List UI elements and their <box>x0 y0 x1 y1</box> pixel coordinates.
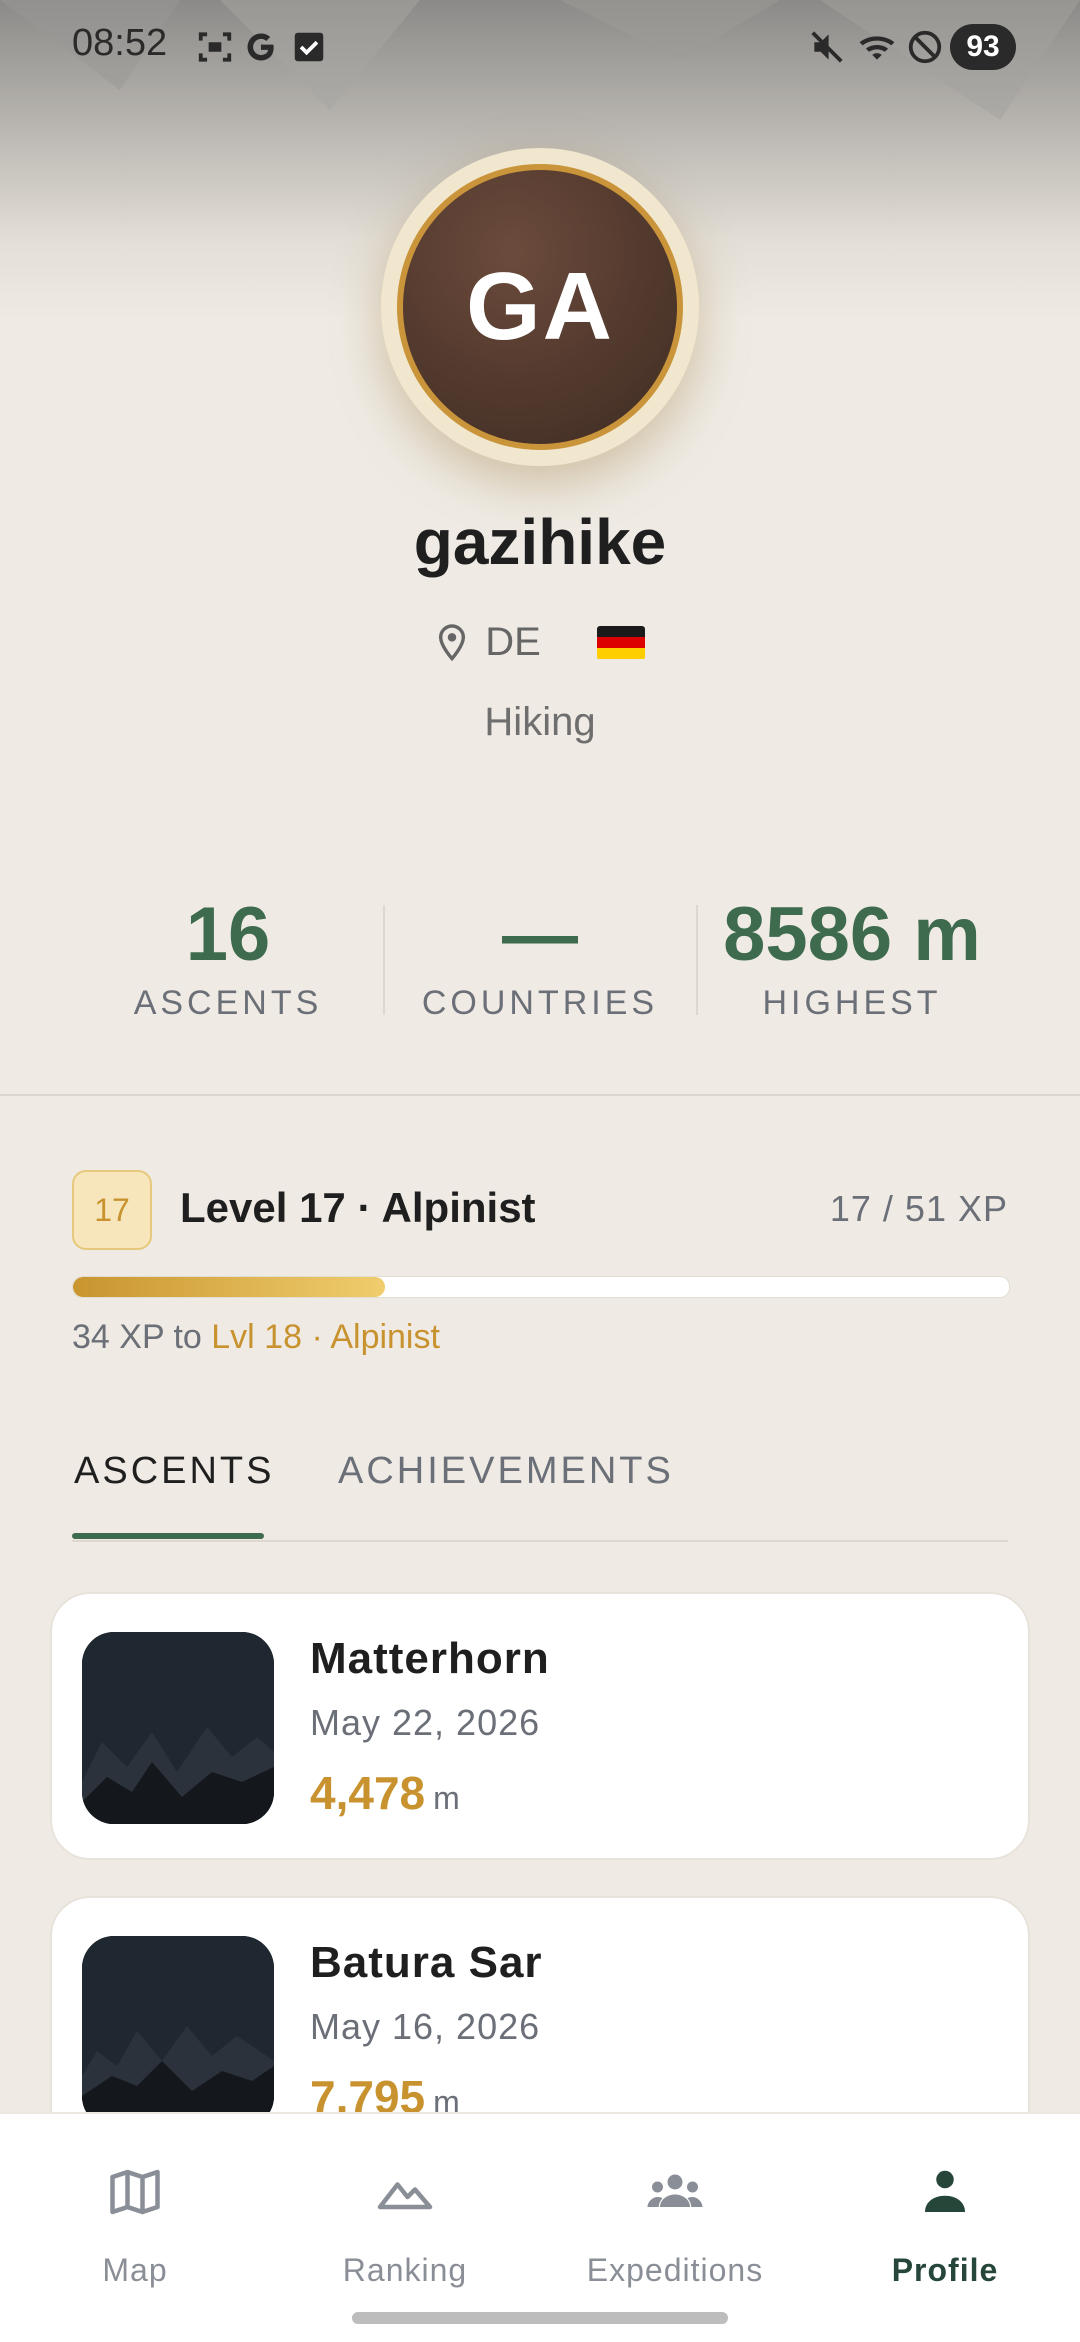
do-not-disturb-icon <box>908 30 942 64</box>
ascent-card[interactable]: Matterhorn May 22, 2026 4,478 m <box>50 1592 1030 1860</box>
stat-label: ASCENTS <box>133 984 323 1022</box>
profile-tabs: ASCENTS ACHIEVEMENTS <box>72 1440 1008 1542</box>
stat-value: — <box>502 892 578 977</box>
checkbox-icon <box>294 32 324 62</box>
ascent-thumbnail <box>82 1936 274 2128</box>
status-bar: 08:52 93 <box>0 0 1080 96</box>
tab-achievements[interactable]: ACHIEVEMENTS <box>338 1450 674 1493</box>
person-icon <box>925 2170 965 2212</box>
nav-label: Profile <box>891 2252 999 2288</box>
nav-label: Expeditions <box>586 2252 764 2288</box>
battery-indicator: 93 <box>950 24 1016 70</box>
group-icon <box>647 2174 703 2207</box>
stat-ascents: 16 ASCENTS <box>78 890 378 1023</box>
stat-divider <box>383 905 385 1015</box>
nav-ranking[interactable]: Ranking <box>270 2114 540 2304</box>
xp-to-next-level: 34 XP to Lvl 18 · Alpinist <box>72 1318 440 1357</box>
mountain-thumbnail-image <box>82 1632 274 1824</box>
stat-label: COUNTRIES <box>421 984 659 1022</box>
nav-label: Map <box>102 2252 168 2288</box>
location-pin-icon <box>439 623 466 661</box>
ascent-name: Matterhorn <box>310 1634 550 1683</box>
stat-divider <box>696 905 698 1015</box>
avatar[interactable]: GA <box>397 164 683 450</box>
stat-value: 8586 m <box>723 892 981 977</box>
germany-flag-icon <box>596 625 645 660</box>
xp-progress-fill <box>73 1277 385 1297</box>
activity-type: Hiking <box>484 700 596 744</box>
tab-ascents[interactable]: ASCENTS <box>74 1450 274 1493</box>
avatar-ring: GA <box>381 148 699 466</box>
level-xp: 17 / 51 XP <box>829 1188 1008 1229</box>
stat-countries: — COUNTRIES <box>390 890 690 1023</box>
level-badge: 17 <box>72 1170 152 1250</box>
stat-label: HIGHEST <box>762 984 942 1022</box>
nav-label: Ranking <box>342 2252 468 2288</box>
username: gazihike <box>413 506 667 578</box>
stat-value: 16 <box>185 892 271 977</box>
nav-profile[interactable]: Profile <box>810 2114 1080 2304</box>
status-time: 08:52 <box>72 22 168 64</box>
section-divider <box>0 1094 1080 1096</box>
map-icon <box>110 2169 160 2215</box>
xp-progress-bar <box>72 1276 1010 1298</box>
screenshot-icon <box>198 32 232 62</box>
mountain-icon <box>377 2182 433 2210</box>
next-level-label: Lvl 18 · Alpinist <box>211 1318 440 1356</box>
bottom-navigation: Map Ranking Expeditions Profile <box>0 2112 1080 2342</box>
ascent-name: Batura Sar <box>310 1938 543 1987</box>
nav-expeditions[interactable]: Expeditions <box>540 2114 810 2304</box>
elevation-value: 4,478 <box>310 1767 426 1819</box>
ascent-date: May 16, 2026 <box>310 2006 541 2047</box>
level-title: Level 17 · Alpinist <box>180 1184 536 1231</box>
nav-map[interactable]: Map <box>0 2114 270 2304</box>
elevation-unit: m <box>433 1780 460 1816</box>
stats-row: 16 ASCENTS — COUNTRIES 8586 m HIGHEST <box>0 890 1080 1050</box>
ascent-thumbnail <box>82 1632 274 1824</box>
country-code: DE <box>485 620 541 664</box>
google-icon <box>247 33 274 61</box>
active-tab-indicator <box>72 1533 264 1539</box>
mute-icon <box>811 31 843 63</box>
ascent-elevation: 4,478 m <box>310 1766 460 1820</box>
wifi-icon <box>859 36 895 60</box>
location-row: DE <box>0 620 1080 665</box>
home-indicator[interactable] <box>352 2312 728 2324</box>
ascent-date: May 22, 2026 <box>310 1702 541 1743</box>
mountain-thumbnail-image <box>82 1936 274 2128</box>
xp-to-prefix: 34 XP to <box>72 1318 202 1356</box>
stat-highest: 8586 m HIGHEST <box>702 890 1002 1023</box>
